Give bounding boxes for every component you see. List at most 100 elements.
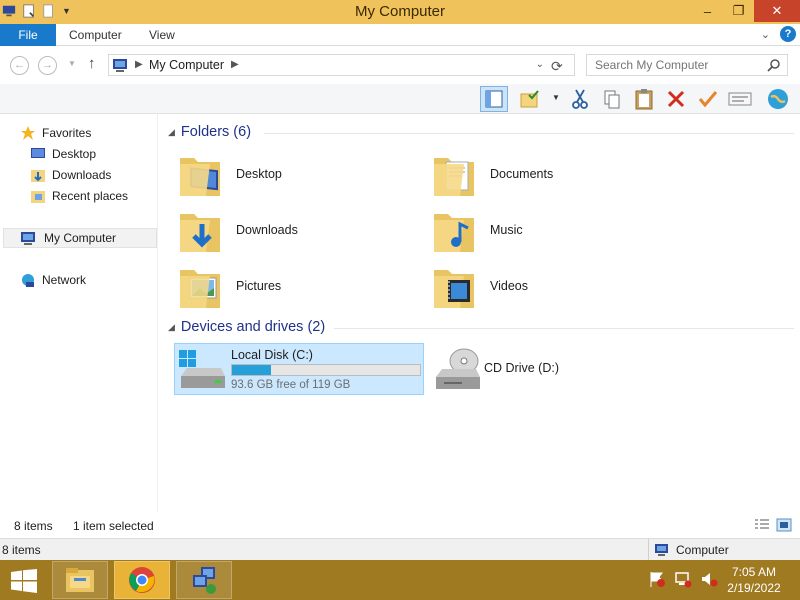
nav-recent-places[interactable]: Recent places	[30, 186, 128, 206]
folder-music[interactable]: Music	[432, 204, 672, 256]
paste-button[interactable]	[630, 86, 658, 112]
folder-documents[interactable]: Documents	[432, 148, 672, 200]
computer-icon	[20, 231, 38, 246]
restore-button[interactable]: ❐	[723, 0, 754, 22]
nav-network[interactable]: Network	[20, 270, 86, 290]
drive-usage-fill	[232, 365, 272, 375]
window-title: My Computer	[354, 3, 446, 20]
refresh-icon[interactable]: ⟳	[551, 58, 563, 75]
search-input[interactable]	[587, 55, 757, 75]
breadcrumb[interactable]: My Computer	[149, 58, 224, 72]
clock[interactable]: 7:05 AM 2/19/2022	[712, 564, 796, 596]
cut-button[interactable]	[566, 86, 594, 112]
taskbar-network-app[interactable]	[176, 561, 232, 599]
globe-icon	[768, 89, 788, 109]
tab-view[interactable]: View	[149, 24, 175, 46]
clock-date: 2/19/2022	[727, 581, 781, 595]
recent-locations-icon[interactable]: ▼	[68, 59, 76, 68]
tab-file[interactable]: File	[0, 24, 56, 46]
network-globe-button[interactable]	[764, 86, 792, 112]
nav-label: Network	[42, 273, 87, 287]
delete-button[interactable]	[662, 86, 690, 112]
videos-folder-icon	[434, 270, 474, 308]
help-icon[interactable]: ?	[780, 26, 796, 42]
properties-card-icon	[728, 92, 752, 106]
nav-favorites[interactable]: Favorites	[20, 123, 91, 143]
action-center-flag-icon[interactable]	[648, 570, 666, 588]
section-title: Folders (6)	[180, 124, 252, 140]
folder-videos[interactable]: Videos	[432, 260, 672, 312]
forward-button[interactable]: →	[38, 56, 57, 75]
expand-ribbon-icon[interactable]: ⌄	[761, 28, 770, 41]
taskbar-chrome[interactable]	[114, 561, 170, 599]
section-title: Devices and drives (2)	[180, 319, 326, 335]
address-dropdown-icon[interactable]: ⌄	[536, 59, 544, 70]
close-button[interactable]: ✕	[754, 0, 800, 22]
properties-button[interactable]	[726, 86, 754, 112]
address-bar[interactable]: ▶ My Computer ▶ ⌄	[108, 54, 575, 76]
folder-pictures[interactable]: Pictures	[178, 260, 418, 312]
documents-folder-icon	[434, 158, 474, 196]
drive-free-space: 93.6 GB free of 119 GB	[231, 379, 351, 391]
navigation-pane: Favorites Desktop Downloads Recent place…	[0, 114, 158, 512]
preview-pane-icon	[485, 90, 503, 108]
title-bar: ▼ My Computer – ❐ ✕	[0, 0, 800, 24]
drive-label: Local Disk (C:)	[231, 348, 313, 362]
status-bar: 8 items 1 item selected	[0, 512, 800, 538]
collapse-icon[interactable]: ◢	[168, 322, 175, 333]
search-icon[interactable]	[767, 58, 781, 72]
network-status-icon[interactable]	[674, 570, 692, 588]
back-button[interactable]: ←	[10, 56, 29, 75]
windows-start-icon[interactable]	[10, 569, 38, 593]
nav-label: Downloads	[52, 168, 112, 182]
nav-desktop[interactable]: Desktop	[30, 144, 96, 164]
command-toolbar: ▼	[0, 84, 800, 114]
ribbon-tabs: File Computer View ⌄ ?	[0, 24, 800, 46]
cd-drive-icon	[436, 348, 480, 389]
music-folder-icon	[434, 214, 474, 252]
copy-button[interactable]	[598, 86, 626, 112]
taskbar-file-explorer[interactable]	[52, 561, 108, 599]
view-options-button[interactable]	[516, 86, 544, 112]
chrome-icon	[129, 567, 155, 593]
drive-label: CD Drive (D:)	[484, 361, 559, 375]
preview-pane-button[interactable]	[480, 86, 508, 112]
computer-icon	[655, 544, 668, 556]
star-icon	[20, 125, 36, 141]
nav-downloads[interactable]: Downloads	[30, 165, 111, 185]
large-icons-view-icon[interactable]	[776, 518, 792, 532]
collapse-icon[interactable]: ◢	[168, 127, 175, 138]
zone-indicator: Computer	[648, 539, 800, 561]
folder-check-icon	[520, 90, 539, 108]
clock-time: 7:05 AM	[731, 565, 777, 579]
section-devices[interactable]: ◢ Devices and drives (2)	[168, 319, 798, 335]
folder-label: Desktop	[236, 167, 282, 181]
section-folders[interactable]: ◢ Folders (6)	[168, 124, 798, 140]
minimize-button[interactable]: –	[692, 0, 723, 22]
nav-my-computer[interactable]: My Computer	[3, 228, 157, 248]
clipboard-icon	[635, 89, 653, 110]
details-view-icon[interactable]	[754, 518, 770, 532]
network-computer-icon	[193, 567, 216, 594]
drive-usage-bar	[231, 364, 421, 376]
up-button[interactable]: ↑	[88, 55, 96, 72]
drive-c[interactable]: Local Disk (C:) 93.6 GB free of 119 GB	[174, 343, 424, 395]
file-explorer-icon	[66, 568, 94, 592]
downloads-folder-icon	[30, 167, 46, 183]
folder-label: Music	[490, 223, 523, 237]
tab-computer[interactable]: Computer	[69, 24, 122, 46]
recent-places-icon	[30, 188, 46, 204]
folder-desktop[interactable]: Desktop	[178, 148, 418, 200]
copy-icon	[604, 90, 620, 109]
system-tray	[648, 570, 718, 588]
view-options-dropdown-icon[interactable]: ▼	[552, 93, 560, 102]
drive-d[interactable]: CD Drive (D:)	[428, 343, 668, 395]
folder-label: Pictures	[236, 279, 282, 293]
downloads-folder-icon	[180, 214, 220, 252]
folder-label: Downloads	[236, 223, 298, 237]
folder-downloads[interactable]: Downloads	[178, 204, 418, 256]
nav-label: Favorites	[42, 126, 92, 140]
selection-count: 1 item selected	[73, 519, 154, 533]
rename-button[interactable]	[694, 86, 722, 112]
search-box	[586, 54, 788, 76]
